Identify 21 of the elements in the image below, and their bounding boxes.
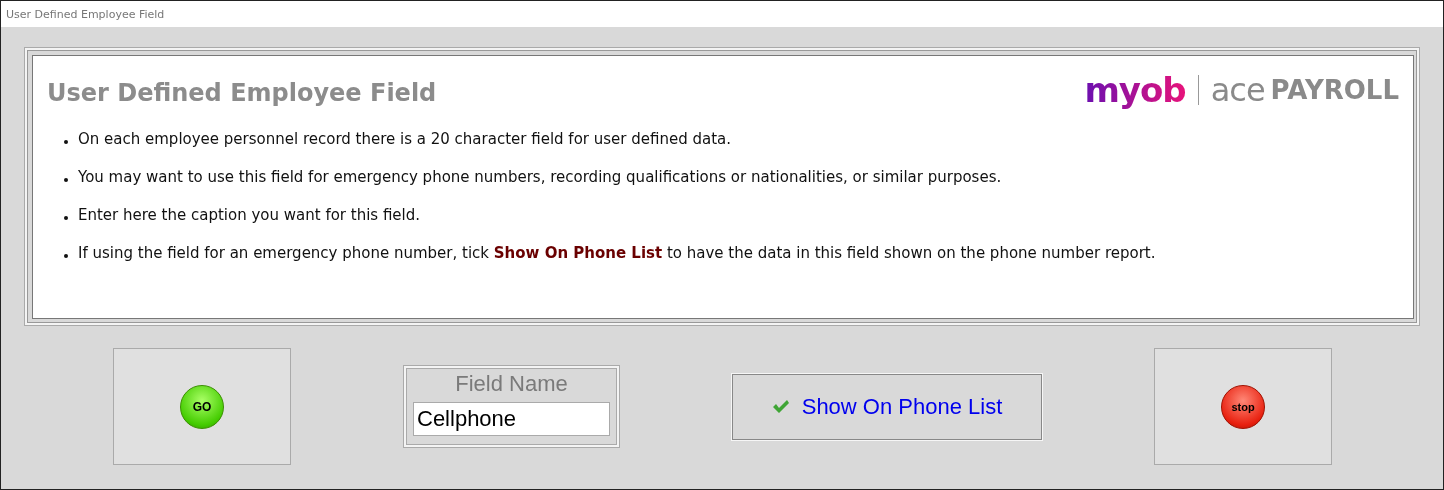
field-label: Field Name — [455, 371, 568, 397]
logo-divider — [1197, 75, 1199, 105]
instruction-text: If using the field for an emergency phone number, tick Show On Phone List to have the data in this field shown on the phone number report. — [78, 244, 1156, 262]
go-button[interactable]: GO — [113, 348, 291, 465]
input-field[interactable]: Cellphone — [413, 402, 610, 436]
bullet-icon — [64, 140, 68, 144]
checkmark-icon — [771, 398, 790, 415]
bullet-icon — [64, 178, 68, 182]
go-button-orb[interactable]: GO — [180, 384, 224, 429]
instruction-text: You may want to use this field for emergency phone numbers, recording qualifications or nationalities, or similar purposes. — [78, 168, 1002, 186]
bullet-icon — [64, 254, 68, 258]
logo-suffix: PAYROLL — [1270, 75, 1399, 105]
checkbox-button[interactable]: Show On Phone List — [732, 373, 1042, 440]
instruction-text: On each employee personnel record there is a 20 character field for user defined data. — [78, 130, 731, 148]
stop-button-orb[interactable]: stop — [1221, 384, 1265, 429]
panel-heading: User Defined Employee Field — [47, 79, 437, 107]
stop-button[interactable]: stop — [1154, 348, 1332, 465]
bullet-icon — [64, 216, 68, 220]
instruction-text: Enter here the caption you want for this field. — [78, 206, 421, 224]
logo-product: ace — [1210, 71, 1265, 109]
window-title: User Defined Employee Field — [6, 7, 165, 21]
